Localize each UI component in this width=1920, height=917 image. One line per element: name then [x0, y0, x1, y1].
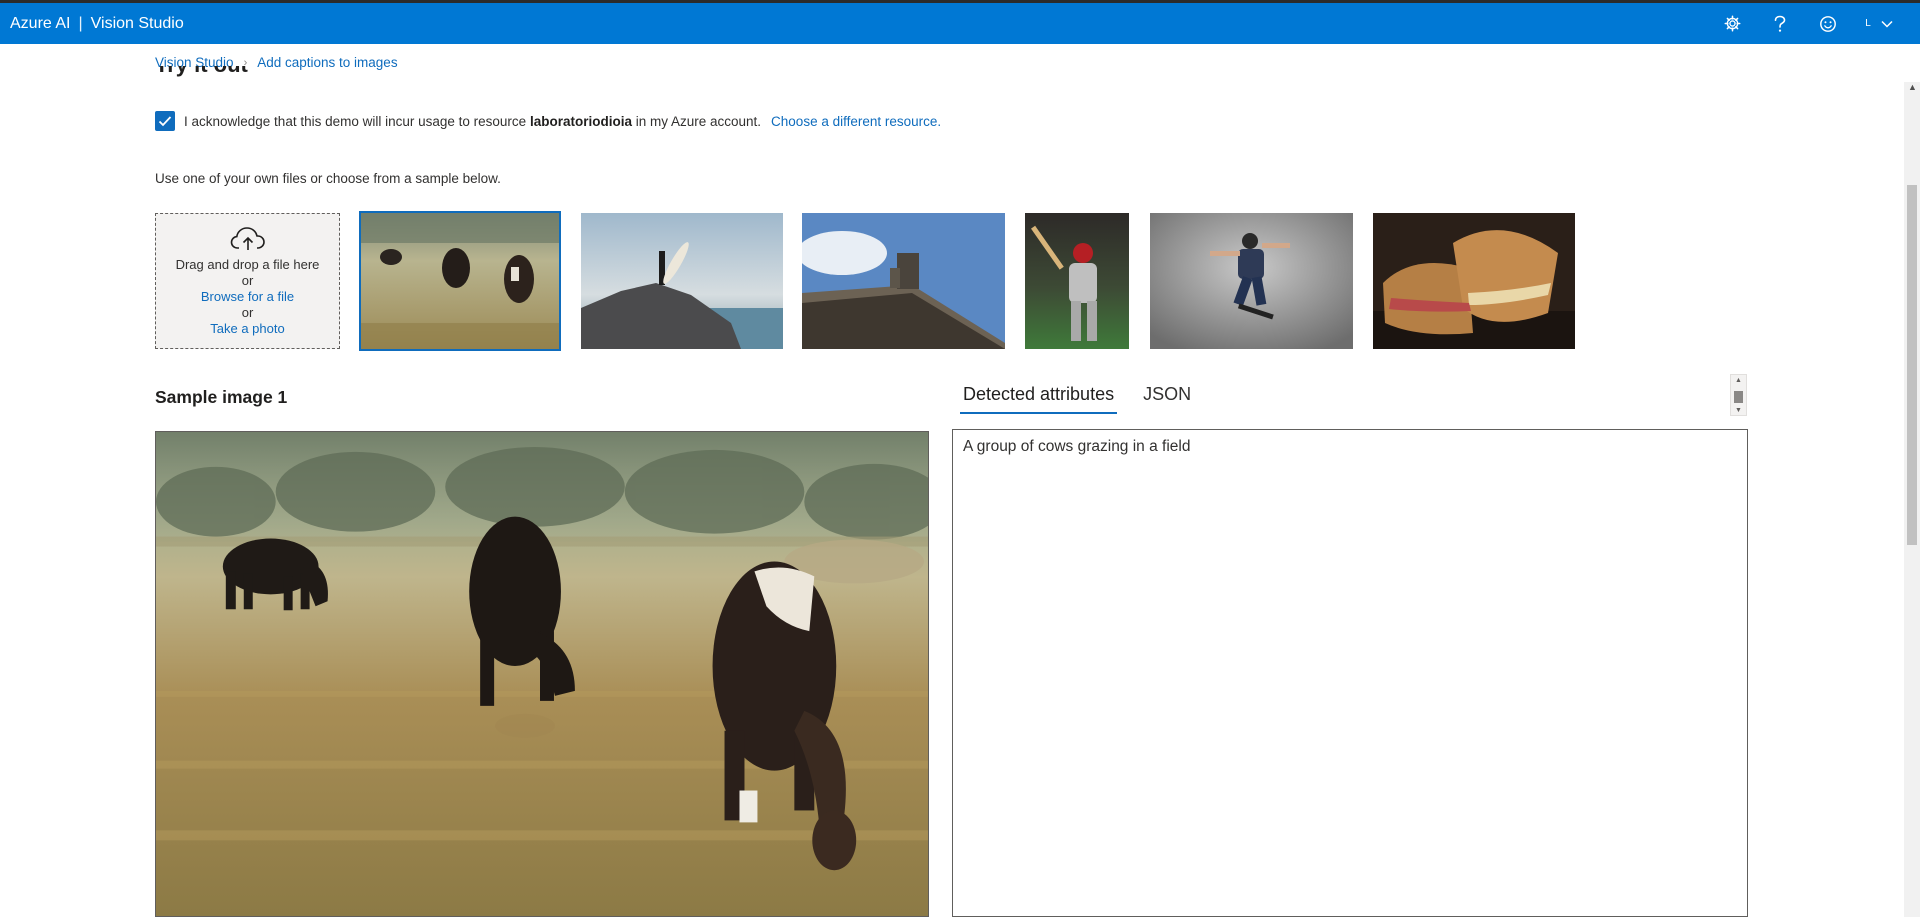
preview-image-cows [155, 431, 929, 917]
scroll-down-icon[interactable]: ▼ [1735, 407, 1742, 414]
sample-thumb-cows[interactable] [359, 211, 561, 351]
page-scrollbar[interactable]: ▲ [1904, 82, 1920, 917]
top-bar-actions: L [1708, 3, 1906, 44]
brand-separator: | [78, 14, 83, 32]
section-heading-clipped: Try it out [155, 66, 355, 89]
or-text-1: or [241, 272, 254, 288]
account-initial: L [1865, 18, 1871, 29]
acknowledge-text-after: in my Azure account. [635, 113, 762, 129]
checkmark-icon [158, 116, 172, 127]
scroll-up-icon[interactable]: ▲ [1735, 377, 1742, 384]
cloud-upload-icon [230, 226, 265, 250]
caption-result: A group of cows grazing in a field [963, 438, 1191, 455]
sample-thumb-surfer[interactable] [581, 213, 783, 349]
preview-title: Sample image 1 [155, 387, 288, 407]
sample-thumb-building[interactable] [802, 213, 1005, 349]
sample-thumb-baseball[interactable] [1025, 213, 1129, 349]
top-bar: Azure AI | Vision Studio L [0, 3, 1920, 44]
tab-json[interactable]: JSON [1140, 375, 1194, 414]
section-heading: Try it out [155, 66, 248, 78]
gear-icon[interactable] [1708, 3, 1756, 44]
acknowledge-text-before: I acknowledge that this demo will incur … [184, 113, 527, 129]
results-scrollbar[interactable]: ▲ ▼ [1730, 374, 1747, 416]
or-text-2: or [241, 304, 254, 320]
drag-drop-text: Drag and drop a file here [175, 256, 320, 272]
sample-thumb-sandwich[interactable] [1373, 213, 1575, 349]
chevron-down-icon [1881, 20, 1893, 28]
brand[interactable]: Azure AI | Vision Studio [0, 15, 184, 33]
file-dropzone[interactable]: Drag and drop a file here or Browse for … [155, 213, 340, 349]
scroll-up-icon[interactable]: ▲ [1908, 82, 1917, 92]
page-scrollbar-thumb[interactable] [1907, 185, 1917, 545]
brand-name: Azure AI [10, 14, 71, 32]
acknowledge-checkbox[interactable] [155, 111, 175, 131]
acknowledge-row: I acknowledge that this demo will incur … [155, 111, 941, 131]
sample-thumb-skateboarder[interactable] [1150, 213, 1353, 349]
browse-file-link[interactable]: Browse for a file [201, 289, 294, 305]
feedback-smiley-icon[interactable] [1804, 3, 1852, 44]
account-menu[interactable]: L [1852, 18, 1906, 29]
upload-hint: Use one of your own files or choose from… [155, 171, 501, 186]
take-photo-link[interactable]: Take a photo [210, 321, 284, 337]
product-name: Vision Studio [90, 14, 184, 32]
result-tabs: Detected attributes JSON [960, 375, 1217, 414]
choose-resource-link[interactable]: Choose a different resource. [771, 114, 941, 129]
scrollbar-thumb[interactable] [1734, 391, 1743, 403]
help-icon[interactable] [1756, 3, 1804, 44]
resource-name: laboratoriodioia [529, 113, 632, 129]
tab-detected-attributes[interactable]: Detected attributes [960, 375, 1118, 414]
results-panel: A group of cows grazing in a field [952, 429, 1748, 917]
